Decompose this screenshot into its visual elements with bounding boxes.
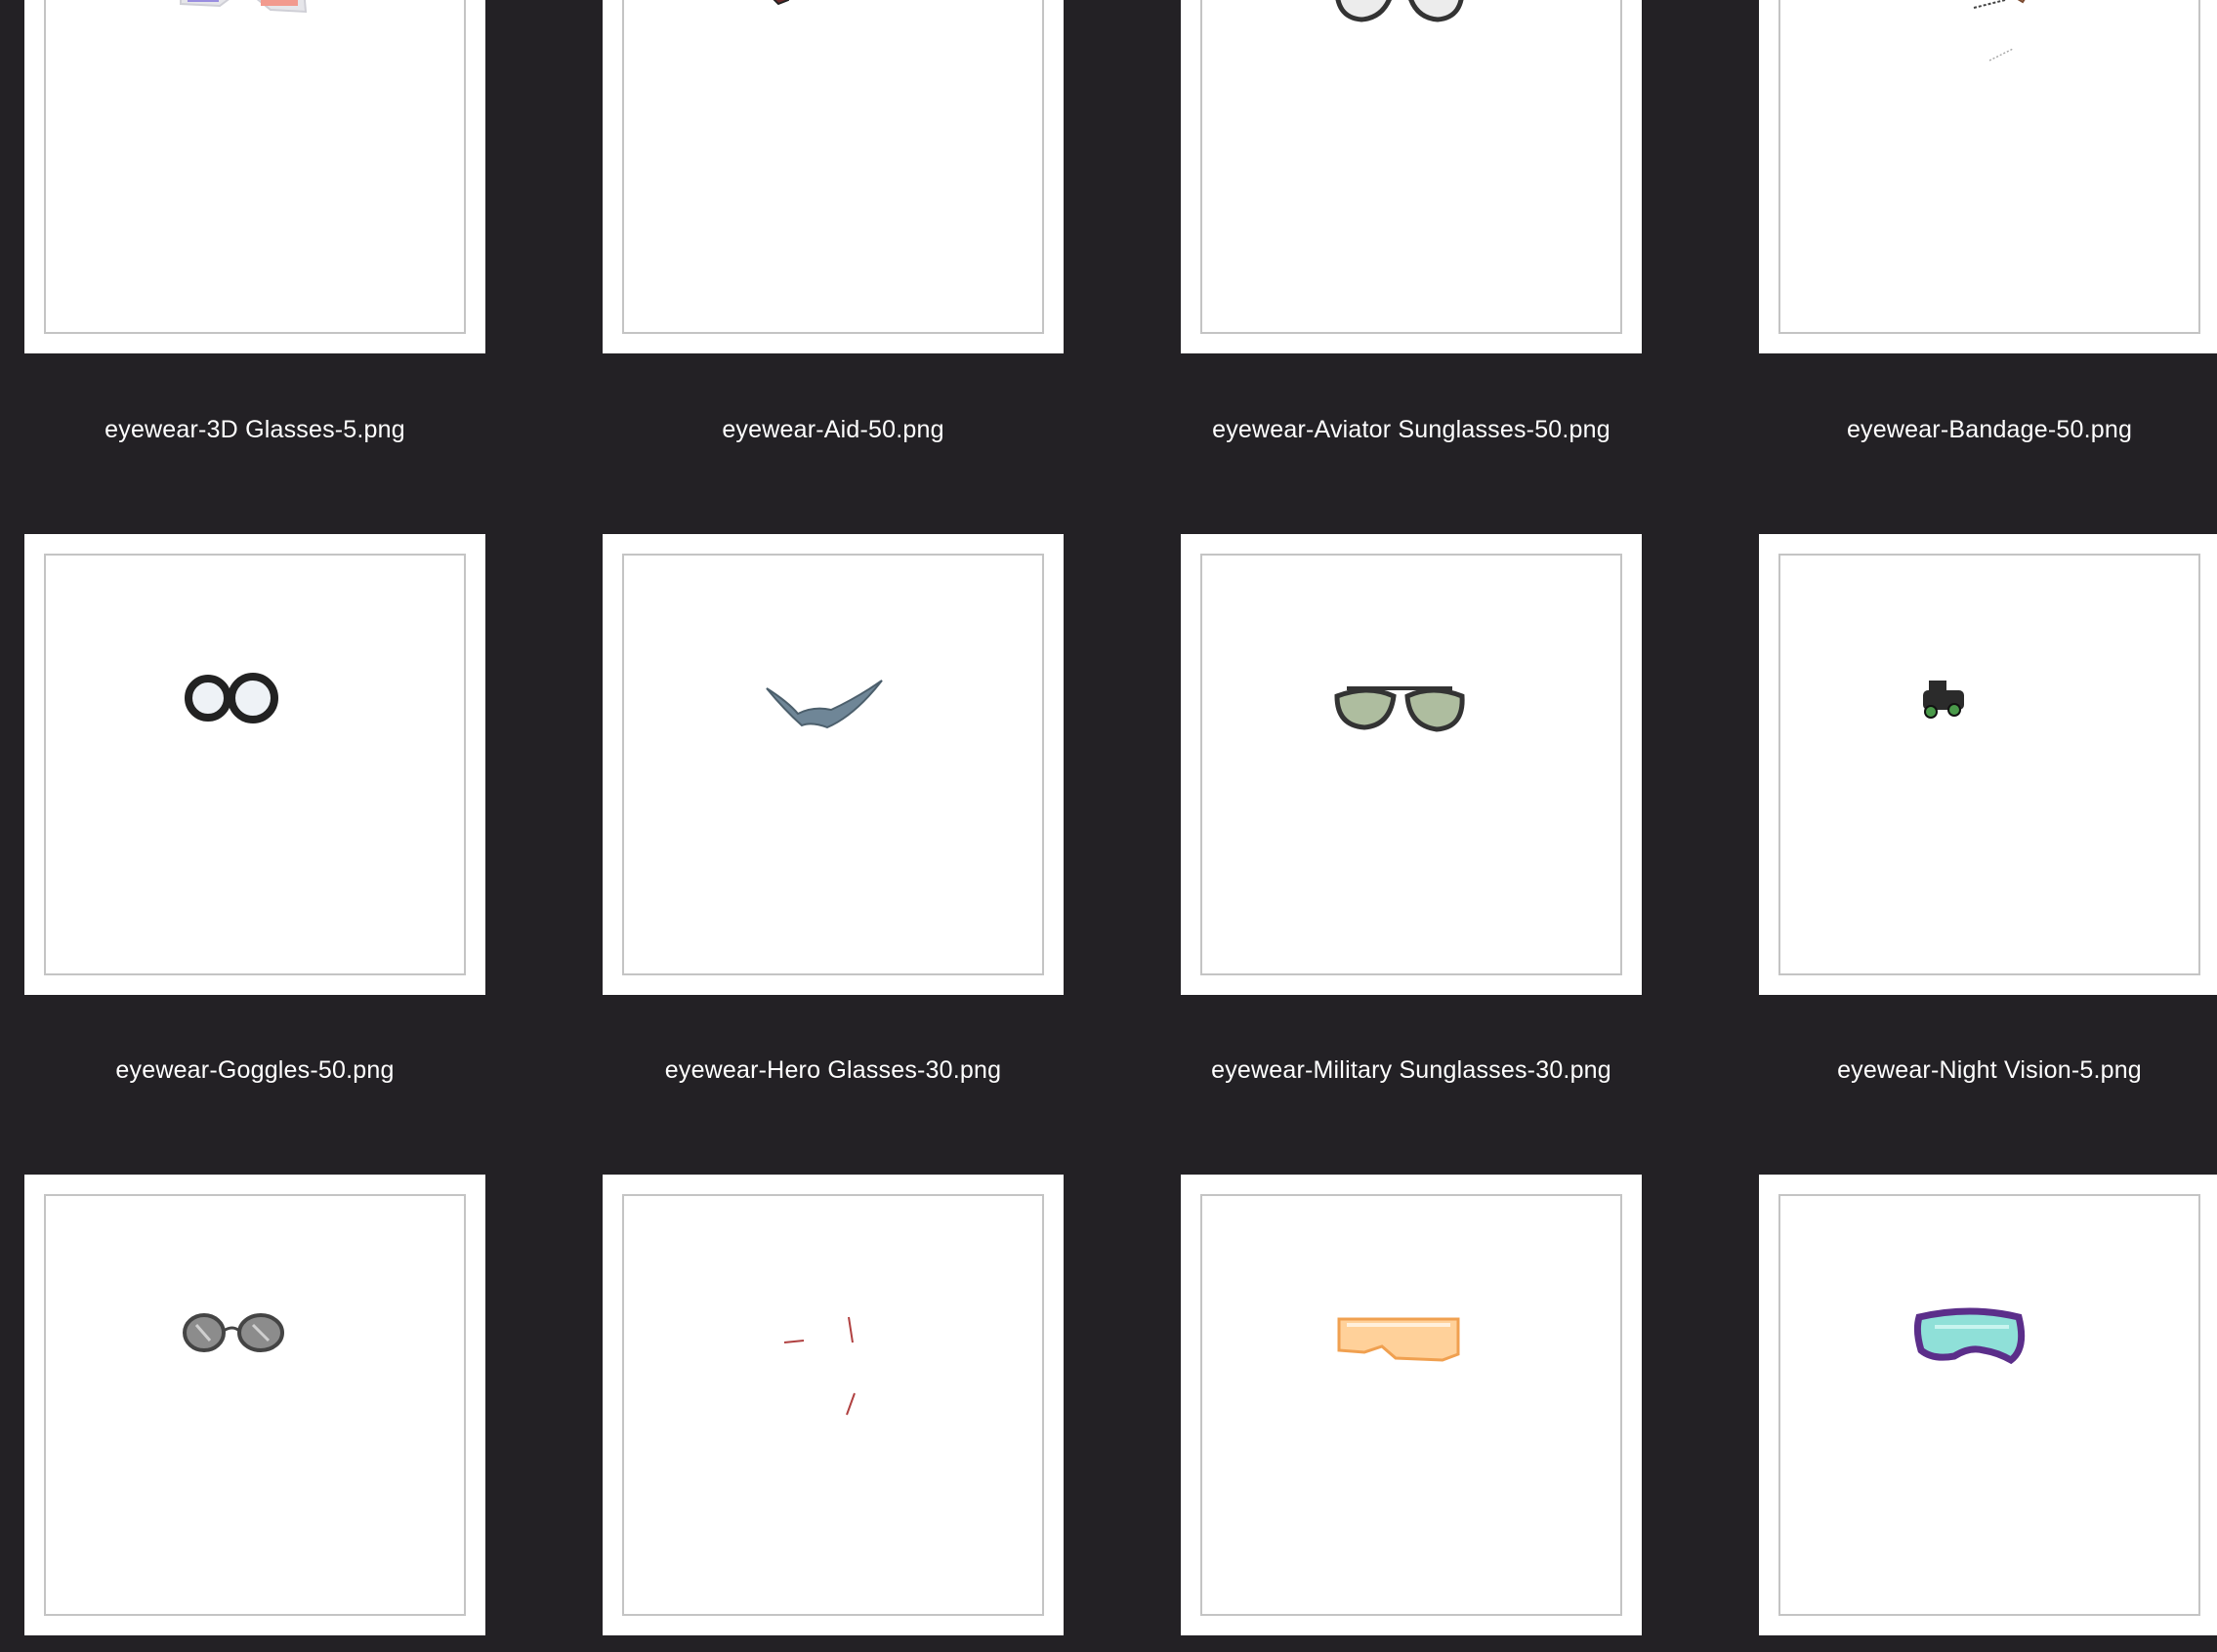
thumbnail-hero-glasses[interactable] — [603, 534, 1064, 995]
scar-stitches-icon — [783, 1316, 856, 1416]
aid-stitches-icon — [773, 0, 790, 6]
filename-label: eyewear-Goggles-50.png — [115, 1056, 395, 1084]
thumbnail-ski-visor[interactable] — [1181, 1175, 1642, 1635]
goggles-icon — [185, 673, 278, 723]
filename-label: eyewear-Hero Glasses-30.png — [664, 1056, 1002, 1084]
filename-label: eyewear-Aid-50.png — [722, 416, 944, 443]
filename-label: eyewear-Night Vision-5.png — [1837, 1056, 2142, 1084]
thumbnail-scar[interactable] — [603, 1175, 1064, 1635]
bandage-icon — [1973, 0, 2026, 62]
diving-mask-icon — [1913, 1307, 2026, 1365]
thumbnail-bandage[interactable] — [1759, 0, 2217, 353]
filename-label: eyewear-3D Glasses-5.png — [105, 416, 405, 443]
military-sunglasses-icon — [1334, 686, 1465, 732]
thumbnail-3d-glasses[interactable] — [24, 0, 485, 353]
3d-glasses-icon — [180, 0, 308, 14]
thumbnail-goggles[interactable] — [24, 534, 485, 995]
hero-glasses-icon — [766, 680, 883, 729]
thumbnail-diving-mask[interactable] — [1759, 1175, 2217, 1635]
filename-label: eyewear-Aviator Sunglasses-50.png — [1212, 416, 1610, 443]
thumbnail-aid[interactable] — [603, 0, 1064, 353]
thumbnail-aviator-sunglasses[interactable] — [1181, 0, 1642, 353]
thumbnail-military-sunglasses[interactable] — [1181, 534, 1642, 995]
filename-label: eyewear-Bandage-50.png — [1846, 416, 2133, 443]
ski-visor-icon — [1337, 1317, 1460, 1362]
thumbnail-round-sunglasses[interactable] — [24, 1175, 485, 1635]
round-sunglasses-icon — [183, 1313, 284, 1352]
thumbnail-night-vision[interactable] — [1759, 534, 2217, 995]
night-vision-icon — [1923, 681, 1964, 719]
aviator-sunglasses-icon — [1335, 0, 1464, 22]
filename-label: eyewear-Military Sunglasses-30.png — [1211, 1056, 1611, 1084]
